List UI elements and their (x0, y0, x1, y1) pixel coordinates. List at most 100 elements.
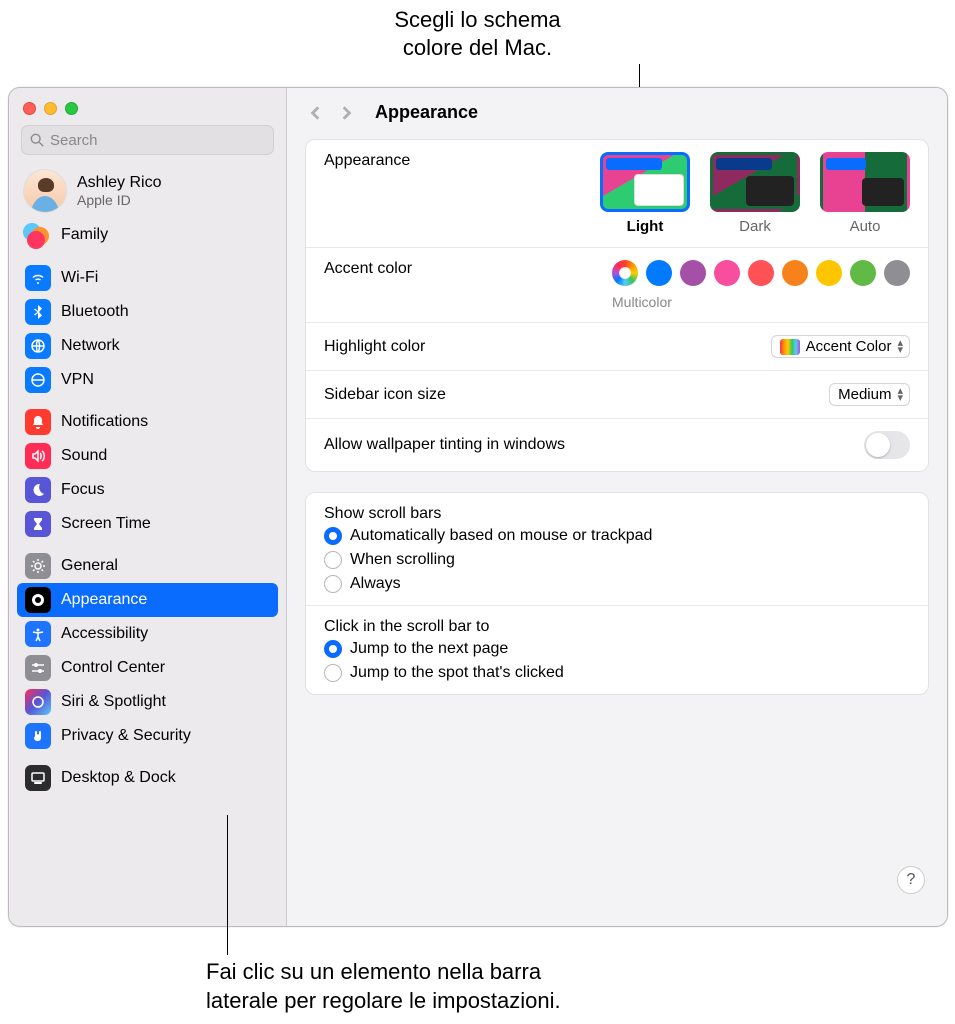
sidebar-item-controlcenter[interactable]: Control Center (17, 651, 278, 685)
sidebar: Search Ashley Rico Apple ID Family Wi-Fi… (9, 88, 287, 926)
accent-swatches (612, 260, 910, 286)
sidebar-item-screentime[interactable]: Screen Time (17, 507, 278, 541)
accent-swatch-green[interactable] (850, 260, 876, 286)
scroll-panel: Show scroll bars Automatically based on … (305, 492, 929, 695)
zoom-button[interactable] (65, 102, 78, 115)
chevron-updown-icon: ▴▾ (897, 340, 903, 353)
radio-label: Always (350, 575, 401, 593)
minimize-button[interactable] (44, 102, 57, 115)
accessibility-icon (25, 621, 51, 647)
gear-icon (25, 553, 51, 579)
sidebar-item-label: Wi-Fi (61, 269, 98, 287)
close-button[interactable] (23, 102, 36, 115)
accent-swatch-purple[interactable] (680, 260, 706, 286)
sidebar-item-label: Appearance (61, 591, 147, 609)
sidebar-item-desktop[interactable]: Desktop & Dock (17, 761, 278, 795)
accent-swatch-yellow[interactable] (816, 260, 842, 286)
sidebar-item-notifications[interactable]: Notifications (17, 405, 278, 439)
tinting-toggle[interactable] (864, 431, 910, 459)
appearance-panel: Appearance Light Dark Auto (305, 139, 929, 472)
siri-icon (25, 689, 51, 715)
sidebar-item-network[interactable]: Network (17, 329, 278, 363)
sidebar-item-general[interactable]: General (17, 549, 278, 583)
search-input[interactable]: Search (21, 125, 274, 155)
sidebar-item-label: General (61, 557, 118, 575)
click-radio-nextpage[interactable]: Jump to the next page (324, 640, 910, 658)
focus-icon (25, 477, 51, 503)
settings-window: Search Ashley Rico Apple ID Family Wi-Fi… (8, 87, 948, 927)
callout-top: Scegli lo schema colore del Mac. (0, 6, 955, 61)
radio-label: Jump to the spot that's clicked (350, 664, 564, 682)
accent-swatch-pink[interactable] (714, 260, 740, 286)
sidebar-item-label: Desktop & Dock (61, 769, 176, 787)
sidebar-item-bluetooth[interactable]: Bluetooth (17, 295, 278, 329)
sidebar-item-siri[interactable]: Siri & Spotlight (17, 685, 278, 719)
account-name: Ashley Rico (77, 173, 161, 192)
highlight-label: Highlight color (324, 338, 425, 356)
help-button[interactable]: ? (897, 866, 925, 894)
help-label: ? (907, 871, 916, 889)
gradient-icon (780, 339, 800, 355)
tinting-label: Allow wallpaper tinting in windows (324, 436, 565, 454)
click-heading: Click in the scroll bar to (324, 618, 910, 636)
family-label: Family (61, 226, 108, 244)
network-icon (25, 333, 51, 359)
appearance-option-dark[interactable]: Dark (710, 152, 800, 235)
appearance-label: Appearance (324, 152, 410, 170)
sidebar-item-sound[interactable]: Sound (17, 439, 278, 473)
light-thumb (600, 152, 690, 212)
accent-swatch-graphite[interactable] (884, 260, 910, 286)
auto-thumb (820, 152, 910, 212)
dark-thumb (710, 152, 800, 212)
desktop-icon (25, 765, 51, 791)
appearance-option-light[interactable]: Light (600, 152, 690, 235)
click-radio-spot[interactable]: Jump to the spot that's clicked (324, 664, 910, 682)
search-placeholder: Search (50, 132, 265, 149)
sidebar-item-label: Network (61, 337, 120, 355)
search-icon (30, 133, 44, 147)
accent-swatch-orange[interactable] (782, 260, 808, 286)
vpn-icon (25, 367, 51, 393)
hourglass-icon (25, 511, 51, 537)
sidebar-group-3: General Appearance Accessibility Control… (9, 545, 286, 757)
scroll-radio-auto[interactable]: Automatically based on mouse or trackpad (324, 527, 910, 545)
sidebar-group-2: Notifications Sound Focus Screen Time (9, 401, 286, 545)
accent-swatch-red[interactable] (748, 260, 774, 286)
appearance-option-auto[interactable]: Auto (820, 152, 910, 235)
bluetooth-icon (25, 299, 51, 325)
forward-button[interactable] (337, 104, 355, 122)
accent-swatch-multicolor[interactable] (612, 260, 638, 286)
accent-swatch-blue[interactable] (646, 260, 672, 286)
sidebar-item-label: Privacy & Security (61, 727, 191, 745)
sidebar-item-label: Screen Time (61, 515, 151, 533)
hand-icon (25, 723, 51, 749)
sidebar-item-vpn[interactable]: VPN (17, 363, 278, 397)
highlight-dropdown[interactable]: Accent Color ▴▾ (771, 335, 910, 358)
scroll-radio-always[interactable]: Always (324, 575, 910, 593)
wifi-icon (25, 265, 51, 291)
sidebar-item-label: VPN (61, 371, 94, 389)
callout-bottom: Fai clic su un elemento nella barra late… (206, 958, 726, 1015)
sidebar-item-appearance[interactable]: Appearance (17, 583, 278, 617)
appearance-caption: Auto (850, 218, 881, 235)
sidebar-item-focus[interactable]: Focus (17, 473, 278, 507)
scroll-heading: Show scroll bars (324, 505, 910, 523)
family-row[interactable]: Family (9, 217, 286, 257)
sidebar-item-label: Accessibility (61, 625, 148, 643)
sidebar-size-label: Sidebar icon size (324, 386, 446, 404)
sidebar-group-1: Wi-Fi Bluetooth Network VPN (9, 257, 286, 401)
sidebar-item-accessibility[interactable]: Accessibility (17, 617, 278, 651)
account-row[interactable]: Ashley Rico Apple ID (9, 165, 286, 217)
bell-icon (25, 409, 51, 435)
sidebar-size-dropdown[interactable]: Medium ▴▾ (829, 383, 910, 406)
appearance-options: Light Dark Auto (600, 152, 910, 235)
sidebar-item-label: Sound (61, 447, 107, 465)
sidebar-item-privacy[interactable]: Privacy & Security (17, 719, 278, 753)
window-controls (9, 96, 286, 125)
family-icon (23, 223, 51, 247)
accent-selected-name: Multicolor (612, 294, 672, 310)
radio-label: Jump to the next page (350, 640, 508, 658)
scroll-radio-scrolling[interactable]: When scrolling (324, 551, 910, 569)
sidebar-item-wifi[interactable]: Wi-Fi (17, 261, 278, 295)
back-button[interactable] (307, 104, 325, 122)
